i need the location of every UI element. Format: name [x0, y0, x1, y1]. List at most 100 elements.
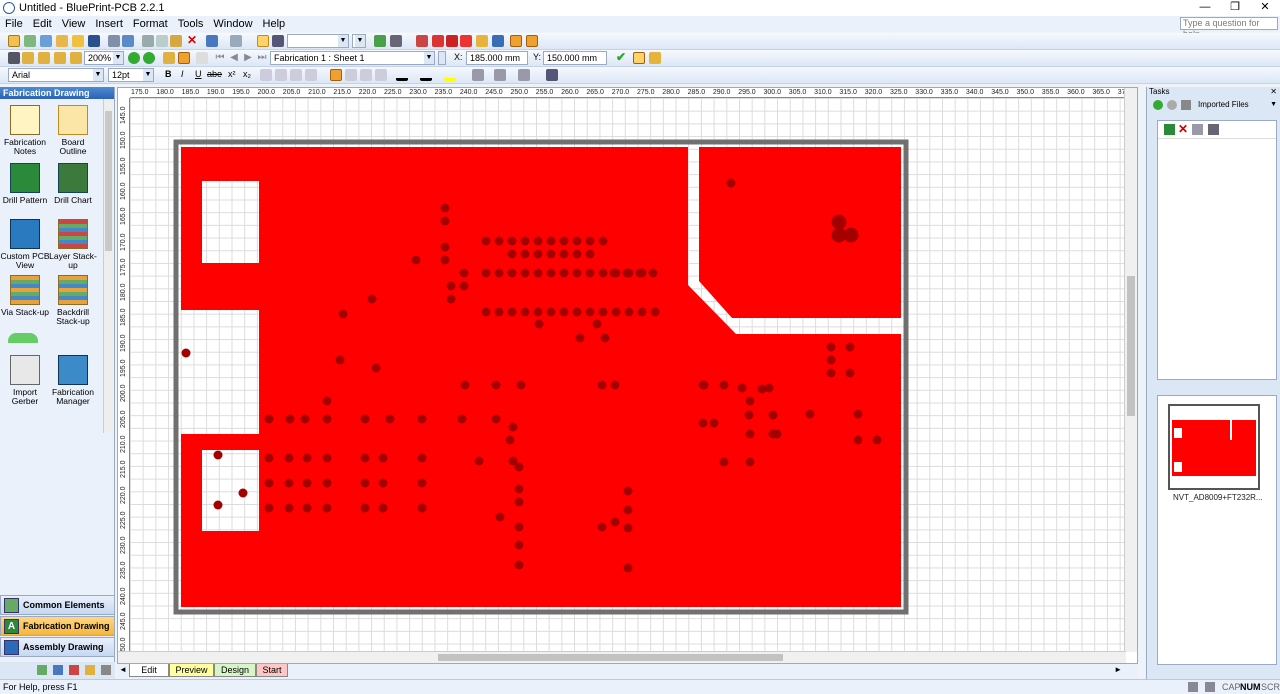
via-stackup-tool[interactable]: Via Stack-up	[0, 275, 50, 317]
redo-icon[interactable]	[230, 35, 242, 47]
footer-pen-icon[interactable]	[53, 665, 63, 675]
imported-files-list[interactable]: ✕	[1157, 120, 1277, 380]
file-preview[interactable]: NVT_AD8009+FT232R...	[1157, 395, 1277, 665]
grid-area[interactable]	[130, 98, 1126, 653]
footer-more-icon[interactable]	[101, 665, 111, 675]
text-justify-icon[interactable]	[375, 69, 387, 81]
forward-icon[interactable]	[143, 52, 155, 64]
tasks-back-icon[interactable]	[1153, 100, 1163, 110]
undo-icon[interactable]	[206, 35, 218, 47]
arrow-style-icon[interactable]	[518, 69, 530, 81]
open-file-icon[interactable]	[1192, 124, 1203, 135]
menu-edit[interactable]: Edit	[28, 18, 57, 30]
save-icon[interactable]	[88, 35, 100, 47]
open-template-icon[interactable]	[24, 35, 36, 47]
assembly-drawing-section[interactable]: Assembly Drawing	[0, 637, 115, 657]
zoom-fit-icon[interactable]	[22, 52, 34, 64]
vertical-scrollbar[interactable]	[1124, 88, 1137, 652]
superscript-button[interactable]: x²	[228, 69, 236, 79]
menu-help[interactable]: Help	[258, 18, 291, 30]
menu-format[interactable]: Format	[128, 18, 173, 30]
align-right-icon[interactable]	[290, 69, 302, 81]
tasks-close-icon[interactable]: ✕	[1270, 87, 1277, 97]
bold-button[interactable]: B	[165, 69, 172, 79]
library-icon[interactable]	[40, 35, 52, 47]
sheet-grid-icon[interactable]	[196, 52, 208, 64]
next-sheet-icon[interactable]: ▶	[242, 52, 254, 64]
italic-button[interactable]: I	[181, 69, 184, 79]
align-center-icon[interactable]	[275, 69, 287, 81]
zoom-height-icon[interactable]	[70, 52, 82, 64]
y-coordinate-input[interactable]: 150.000 mm	[543, 51, 607, 65]
footer-edit-icon[interactable]	[85, 665, 95, 675]
text-align-right-icon[interactable]	[360, 69, 372, 81]
pdf-icon[interactable]	[446, 35, 458, 47]
drill-pattern-tool[interactable]: Drill Pattern	[0, 163, 50, 205]
spell-check-icon[interactable]	[122, 35, 134, 47]
board-thumbnail[interactable]	[1168, 404, 1260, 490]
x-coordinate-input[interactable]: 185.000 mm	[466, 51, 528, 65]
footer-shape-icon[interactable]	[69, 665, 79, 675]
tasks-forward-icon[interactable]	[1167, 100, 1177, 110]
zoom-width-icon[interactable]	[54, 52, 66, 64]
drill-chart-tool[interactable]: Drill Chart	[48, 163, 98, 205]
zoom-icon[interactable]	[8, 52, 20, 64]
fabrication-manager-tool[interactable]: Fabrication Manager	[48, 355, 98, 406]
format-painter-icon[interactable]	[257, 35, 269, 47]
restore-button[interactable]: ❐	[1220, 0, 1250, 16]
tab-design[interactable]: Design	[214, 664, 256, 677]
remove-file-icon[interactable]: ✕	[1178, 122, 1188, 136]
cut-icon[interactable]	[142, 35, 154, 47]
last-sheet-icon[interactable]: ⏭	[256, 52, 268, 64]
subscript-button[interactable]: x₂	[243, 69, 251, 79]
layer-icon[interactable]	[416, 35, 428, 47]
tab-scroll-left-icon[interactable]: ◄	[119, 665, 127, 674]
apply-check-icon[interactable]: ✔	[615, 51, 627, 64]
backdrill-stackup-tool[interactable]: Backdrill Stack-up	[48, 275, 98, 326]
shadow-icon[interactable]	[546, 69, 558, 81]
ortho-icon[interactable]	[510, 35, 522, 47]
copy-icon[interactable]	[156, 35, 168, 47]
properties-icon[interactable]	[492, 35, 504, 47]
font-color-icon[interactable]	[396, 69, 408, 81]
fabrication-drawing-section[interactable]: A Fabrication Drawing	[0, 616, 115, 636]
board-outline-tool[interactable]: Board Outline	[48, 105, 98, 156]
menu-window[interactable]: Window	[208, 18, 257, 30]
menu-view[interactable]: View	[57, 18, 91, 30]
ask-question-input[interactable]: Type a question for help	[1180, 17, 1278, 39]
new-icon[interactable]	[8, 35, 20, 47]
menu-file[interactable]: File	[0, 18, 28, 30]
save-file-icon[interactable]	[1208, 124, 1219, 135]
toolbox-scrollbar[interactable]	[103, 99, 113, 433]
prev-sheet-icon[interactable]: ◀	[228, 52, 240, 64]
font-size-combo[interactable]: 12pt ▼	[108, 68, 154, 82]
page-icon[interactable]	[163, 52, 175, 64]
tab-preview[interactable]: Preview	[169, 664, 214, 677]
minimize-button[interactable]: —	[1190, 0, 1220, 16]
open-folder-icon[interactable]	[72, 35, 84, 47]
line-color-icon[interactable]	[420, 69, 432, 81]
font-style-combo[interactable]: ▼	[287, 34, 349, 48]
drawing-canvas[interactable]: 175.0 180.0 185.0 190.0 195.0 200.0 205.0 210.0…	[117, 87, 1138, 664]
menu-tools[interactable]: Tools	[173, 18, 209, 30]
tasks-home-icon[interactable]	[1181, 100, 1191, 110]
pointer-icon[interactable]	[649, 52, 661, 64]
menu-insert[interactable]: Insert	[90, 18, 128, 30]
export-pdf-icon[interactable]	[460, 35, 472, 47]
import-file-icon[interactable]	[1164, 124, 1175, 135]
text-align-left-icon[interactable]	[330, 69, 342, 81]
tab-scroll-right-icon[interactable]: ►	[1114, 665, 1122, 674]
common-elements-section[interactable]: Common Elements	[0, 595, 115, 615]
style-dropdown[interactable]: ▼	[352, 34, 366, 48]
line-width-icon[interactable]	[472, 69, 484, 81]
layer-stackup-tool[interactable]: Layer Stack-up	[48, 219, 98, 270]
align-left-icon[interactable]	[260, 69, 272, 81]
zoom-page-icon[interactable]	[38, 52, 50, 64]
grid-icon[interactable]	[390, 35, 402, 47]
first-sheet-icon[interactable]: ⏮	[214, 52, 226, 64]
sheet-options-dropdown[interactable]	[438, 51, 446, 65]
tab-start[interactable]: Start	[256, 664, 288, 677]
sheet-icon[interactable]	[178, 52, 190, 64]
close-button[interactable]: ✕	[1250, 0, 1280, 16]
zoom-tool-icon[interactable]	[374, 35, 386, 47]
